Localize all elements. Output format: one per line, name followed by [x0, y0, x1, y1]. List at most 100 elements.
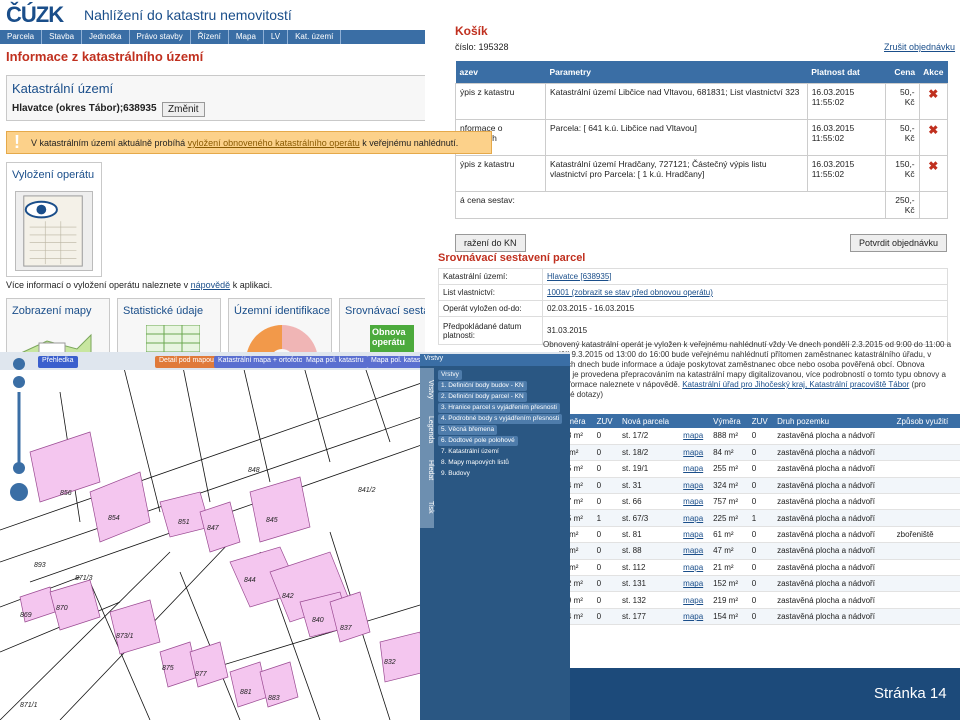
delete-icon[interactable]: ✖ — [928, 159, 938, 173]
parcel-cell: 152 m² — [710, 575, 749, 593]
lv-link[interactable]: 10001 (zobrazit se stav před obnovou ope… — [547, 288, 713, 297]
map-link[interactable]: mapa — [683, 579, 703, 588]
tab-search[interactable]: Hledat — [420, 452, 434, 488]
parcel-cell: 0 — [748, 526, 775, 544]
parcel-row: 47 m²0st. 88mapa47 m²0zastavěná plocha a… — [555, 542, 960, 560]
info-key: Operát vyložen od-do: — [438, 300, 543, 317]
parcel-cell: zastavěná plocha a nádvoří — [774, 477, 894, 495]
menu-item-lv[interactable]: LV — [264, 30, 289, 44]
map-link[interactable]: mapa — [683, 431, 703, 440]
parcel-rows: 888 m² 0 st. 17/2 mapa 888 m² 0 zastavěná ploc… — [555, 428, 960, 626]
map-link-cell: mapa — [680, 509, 711, 527]
parcel-cell: st. 31 — [618, 477, 681, 495]
menu-item-stavba[interactable]: Stavba — [42, 30, 83, 44]
layers-header: Vrstvy — [420, 354, 570, 366]
tile-comparison[interactable]: Srovnávací sestaven Obnova operátu — [339, 298, 435, 360]
map-link[interactable]: mapa — [683, 481, 703, 490]
menu-item-mapa[interactable]: Mapa — [229, 30, 264, 44]
delete-icon[interactable]: ✖ — [928, 87, 938, 101]
tab-layers[interactable]: Vrstvy — [420, 372, 434, 408]
col-land-type: Druh pozemku — [774, 414, 894, 428]
map-katastr-button[interactable]: Mapa pol. katastru — [302, 356, 368, 368]
parcel-cell: zastavěná plocha a nádvoří — [774, 444, 894, 462]
office-link[interactable]: Katastrální úřad pro Jihočeský kraj, Kat… — [682, 380, 909, 389]
cart-table: azev Parametry Platnost dat Cena Akce ýp… — [455, 61, 949, 219]
cadastral-map[interactable]: 848 856 854 851 847 845 844 842 840 837 841/2 893 86… — [0, 352, 430, 720]
map-link[interactable]: mapa — [683, 464, 703, 473]
overview-button[interactable]: Přehledka — [38, 356, 78, 368]
parcel-row: 21 m²0st. 112mapa21 m²0zastavěná plocha … — [555, 559, 960, 577]
parcel-cell: 0 — [593, 575, 619, 593]
cuzk-logo[interactable]: ČÚZK — [6, 2, 64, 28]
menu-item-rizeni[interactable]: Řízení — [191, 30, 229, 44]
menu-item-jednotka[interactable]: Jednotka — [82, 30, 130, 44]
tile-map-view[interactable]: Zobrazení mapy — [6, 298, 110, 360]
parcel-cell — [893, 559, 960, 577]
parcel-number-label: 871/1 — [20, 702, 38, 709]
parcel-number-label: 841/2 — [358, 487, 376, 494]
vylozeni-operatu-tile[interactable]: Vyložení operátu — [6, 162, 102, 277]
menu-item-pravo-stavby[interactable]: Právo stavby — [130, 30, 191, 44]
parcel-cell: zastavěná plocha a nádvoří — [774, 526, 894, 544]
cadastral-area-link[interactable]: Hlavatce [638935] — [547, 272, 612, 281]
menu-item-parcela[interactable]: Parcela — [0, 30, 43, 44]
comparison-info-table: Katastrální území: Hlavatce [638935] List… — [438, 268, 948, 345]
parcel-cell: st. 177 — [618, 608, 681, 626]
help-link[interactable]: nápovědě — [191, 280, 231, 290]
parcel-cell: zastavěná plocha a nádvoří — [774, 542, 894, 560]
exhibition-link[interactable]: vyložení obnoveného katastrálního operát… — [188, 138, 360, 148]
layer-item[interactable]: 2. Definiční body parcel - KN — [438, 392, 527, 402]
zoom-slider-icon[interactable] — [8, 356, 30, 506]
warning-text: V katastrálním území aktuálně probíhá vy… — [31, 138, 458, 148]
map-link[interactable]: mapa — [683, 596, 703, 605]
menu-item-kat-uzemi[interactable]: Kat. území — [288, 30, 342, 44]
order-number: číslo: 195328 — [455, 42, 509, 52]
parcel-cell: zastavěná plocha a nádvoří — [774, 575, 894, 593]
tile-statistics[interactable]: Statistické údaje — [117, 298, 221, 360]
app-header: ČÚZK Nahlížení do katastru nemovitostí P… — [0, 0, 435, 44]
layer-item[interactable]: 5. Věcná břemena — [438, 425, 498, 435]
layer-item[interactable]: 8. Mapy mapových listů — [438, 458, 512, 468]
parcel-number-label: 856 — [60, 490, 72, 497]
delete-icon[interactable]: ✖ — [928, 123, 938, 137]
map-link[interactable]: mapa — [683, 612, 703, 621]
layer-item[interactable]: Vrstvy — [438, 370, 462, 380]
map-link[interactable]: mapa — [683, 546, 703, 555]
page-number: Stránka 14 — [874, 685, 947, 702]
tab-print[interactable]: Tisk — [420, 492, 434, 522]
layer-item[interactable]: 7. Katastrální území — [438, 447, 502, 457]
map-link[interactable]: mapa — [683, 514, 703, 523]
change-button[interactable]: Změnit — [162, 102, 205, 117]
map-link[interactable]: mapa — [683, 448, 703, 457]
ortho-button[interactable]: Katastrální mapa + ortofoto — [214, 356, 307, 368]
layer-item[interactable]: 3. Hranice parcel s vyjádřením přesnosti — [438, 403, 560, 413]
cancel-order-link[interactable]: Zrušit objednávku — [884, 42, 955, 52]
parcel-row: 225 m² 1 st. 67/3 mapa 225 m² 1 zastavěná ploc… — [555, 509, 960, 527]
parcel-cell: zastavěná plocha a nádvoří — [774, 509, 894, 527]
parcel-number-label: 869 — [20, 612, 32, 619]
tab-legend[interactable]: Legenda — [420, 412, 434, 448]
cell: Katastrální území Hradčany, 727121; Část… — [544, 154, 808, 192]
parcel-cell — [893, 493, 960, 511]
tile-territorial-identification[interactable]: Územní identifikace — [228, 298, 332, 360]
layer-item[interactable]: 9. Budovy — [438, 469, 473, 479]
parcel-cell: 0 — [593, 493, 619, 511]
warning-suffix: k veřejnému nahlédnutí. — [362, 138, 459, 148]
map-link-cell: mapa — [680, 542, 711, 560]
map-link-cell: mapa — [680, 526, 711, 544]
map-link[interactable]: mapa — [683, 563, 703, 572]
map-link[interactable]: mapa — [683, 497, 703, 506]
document-eye-icon — [15, 191, 93, 271]
parcel-cell: zastavěná plocha a nádvoří — [774, 493, 894, 511]
info-value: 10001 (zobrazit se stav před obnovou ope… — [542, 284, 948, 301]
layer-item[interactable]: 4. Podrobné body s vyjádřením přesnosti — [438, 414, 563, 424]
map-link[interactable]: mapa — [683, 530, 703, 539]
layer-item[interactable]: 6. Dodtové pole polohové — [438, 436, 518, 446]
parcel-cell: st. 112 — [618, 559, 681, 577]
detail-button[interactable]: Detail pod mapou — [155, 356, 218, 368]
zoom-control[interactable] — [8, 356, 28, 506]
confirm-order-button[interactable]: Potvrdit objednávku — [850, 234, 948, 252]
map-link-cell: mapa — [680, 460, 711, 478]
back-to-kn-button[interactable]: ražení do KN — [455, 234, 526, 252]
layer-item[interactable]: 1. Definiční body budov - KN — [438, 381, 527, 391]
